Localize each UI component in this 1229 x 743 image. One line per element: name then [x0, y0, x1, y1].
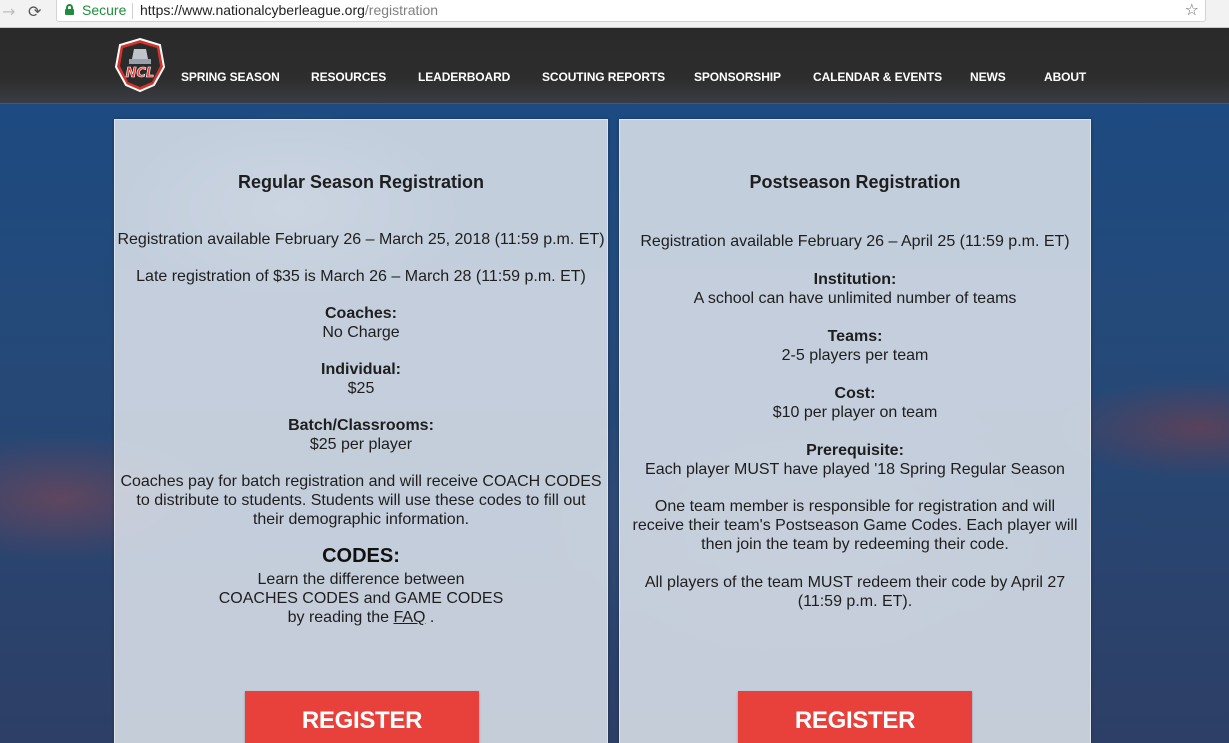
- redeem-deadline-line: All players of the team MUST redeem thei…: [644, 574, 1066, 591]
- regular-season-card: Regular Season Registration Registration…: [114, 119, 608, 743]
- postseason-title: Postseason Registration: [749, 172, 961, 192]
- cost-value: $10 per player on team: [772, 404, 938, 421]
- game-codes-info-line: receive their team's Postseason Game Cod…: [632, 517, 1078, 534]
- regular-season-title: Regular Season Registration: [237, 172, 485, 192]
- coaches-value: No Charge: [322, 324, 400, 341]
- ncl-logo[interactable]: NCL: [112, 37, 168, 93]
- codes-line: COACHES CODES and GAME CODES: [218, 590, 504, 607]
- teams-label: Teams:: [827, 328, 883, 345]
- faq-link[interactable]: FAQ: [393, 609, 425, 626]
- postseason-register-button[interactable]: REGISTER: [738, 691, 972, 743]
- bookmark-star-icon[interactable]: ☆: [1185, 0, 1199, 19]
- reload-icon[interactable]: ⟳: [28, 2, 41, 21]
- nav-calendar-events[interactable]: CALENDAR & EVENTS: [813, 70, 942, 84]
- nav-leaderboard[interactable]: LEADERBOARD: [418, 70, 510, 84]
- batch-label: Batch/Classrooms:: [288, 417, 434, 434]
- game-codes-info-line: then join the team by redeeming their co…: [701, 536, 1009, 553]
- site-header: NCL SPRING SEASON RESOURCES LEADERBOARD …: [0, 28, 1229, 104]
- game-codes-info-line: One team member is responsible for regis…: [654, 498, 1056, 515]
- nav-resources[interactable]: RESOURCES: [311, 70, 386, 84]
- back-arrow-icon[interactable]: →: [2, 2, 15, 21]
- address-divider: [132, 3, 133, 19]
- secure-label: Secure: [82, 2, 127, 18]
- address-bar[interactable]: Secure https://www.nationalcyberleague.o…: [56, 0, 1206, 22]
- nav-about[interactable]: ABOUT: [1044, 70, 1086, 84]
- prerequisite-label: Prerequisite:: [806, 442, 904, 459]
- url-path: /registration: [364, 2, 439, 18]
- nav-spring-season[interactable]: SPRING SEASON: [181, 70, 280, 84]
- regular-availability: Registration available February 26 – Mar…: [117, 231, 605, 248]
- svg-text:NCL: NCL: [126, 66, 155, 81]
- institution-value: A school can have unlimited number of te…: [693, 290, 1017, 307]
- teams-value: 2-5 players per team: [781, 347, 929, 364]
- postseason-card: Postseason Registration Registration ava…: [619, 119, 1091, 743]
- codes-faq-line: by reading the FAQ .: [115, 608, 607, 627]
- coaches-label: Coaches:: [324, 305, 398, 322]
- codes-by-text: by reading the: [287, 609, 390, 626]
- institution-label: Institution:: [813, 271, 897, 288]
- regular-late-registration: Late registration of $35 is March 26 – M…: [136, 268, 586, 285]
- individual-value: $25: [347, 380, 375, 397]
- browser-toolbar: → ⟳ Secure https://www.nationalcyberleag…: [0, 0, 1229, 28]
- coach-codes-info-line: their demographic information.: [252, 511, 470, 528]
- prerequisite-value: Each player MUST have played '18 Spring …: [645, 461, 1065, 478]
- postseason-availability: Registration available February 26 – Apr…: [640, 233, 1070, 250]
- nav-news[interactable]: NEWS: [970, 70, 1006, 84]
- redeem-deadline-line: (11:59 p.m. ET).: [797, 593, 913, 610]
- coach-codes-info-line: Coaches pay for batch registration and w…: [120, 473, 602, 490]
- codes-heading: CODES:: [322, 545, 400, 567]
- url-host: https://www.nationalcyberleague.org: [140, 2, 365, 18]
- nav-sponsorship[interactable]: SPONSORSHIP: [694, 70, 781, 84]
- cost-label: Cost:: [834, 385, 876, 402]
- lock-icon: [65, 4, 74, 15]
- codes-end-text: .: [425, 609, 435, 626]
- nav-scouting-reports[interactable]: SCOUTING REPORTS: [542, 70, 665, 84]
- individual-label: Individual:: [321, 361, 401, 378]
- url-text[interactable]: https://www.nationalcyberleague.org/regi…: [140, 2, 438, 18]
- batch-value: $25 per player: [309, 436, 413, 453]
- coach-codes-info-line: to distribute to students. Students will…: [136, 492, 586, 509]
- codes-line: Learn the difference between: [257, 571, 465, 588]
- regular-register-button[interactable]: REGISTER: [245, 691, 479, 743]
